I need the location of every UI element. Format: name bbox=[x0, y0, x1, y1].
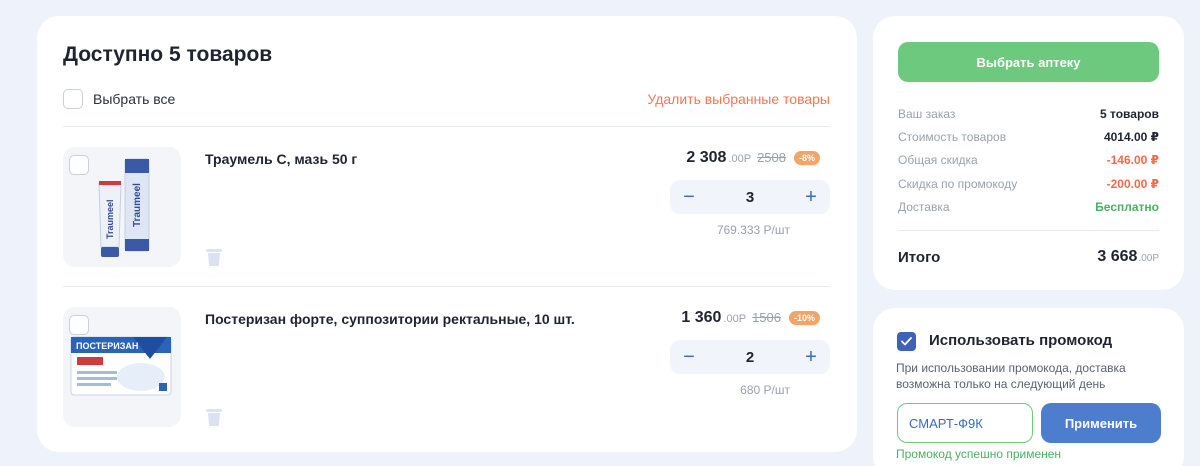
summary-row-order: Ваш заказ 5 товаров bbox=[898, 102, 1159, 125]
discount-badge: -8% bbox=[793, 151, 820, 165]
trash-icon[interactable] bbox=[205, 247, 223, 267]
cart-item: ПОСТЕРИЗАН Постеризан форте, суппозитори… bbox=[63, 307, 830, 429]
promo-code-input[interactable] bbox=[897, 403, 1033, 443]
summary-row-delivery: Доставка Бесплатно bbox=[898, 195, 1159, 218]
price-per-unit: 769.333 Р/шт bbox=[716, 223, 790, 237]
minus-icon[interactable]: − bbox=[682, 347, 696, 367]
delete-selected-link[interactable]: Удалить выбранные товары bbox=[647, 91, 830, 107]
summary-row-goods-cost: Стоимость товаров 4014.00 ₽ bbox=[898, 125, 1159, 148]
divider bbox=[63, 126, 830, 127]
summary-label: Скидка по промокоду bbox=[898, 176, 1018, 191]
summary-value: -200.00 ₽ bbox=[1106, 176, 1159, 191]
summary-label: Общая скидка bbox=[898, 153, 978, 168]
price-current: 2 308 bbox=[686, 149, 727, 166]
promo-success-message: Промокод успешно применен bbox=[896, 447, 1062, 461]
quantity-stepper: − 2 + bbox=[670, 340, 830, 374]
discount-badge: -10% bbox=[788, 311, 820, 325]
price-kopecks: .00Р bbox=[723, 313, 747, 325]
total-value: 3 668 .00Р bbox=[1097, 248, 1159, 266]
promo-note: При использовании промокода, доставка во… bbox=[896, 361, 1126, 391]
summary-label: Доставка bbox=[898, 199, 950, 214]
divider bbox=[63, 286, 830, 287]
posterisan-box-label: ПОСТЕРИЗАН bbox=[76, 341, 138, 351]
price-old: 1506 bbox=[752, 310, 781, 325]
plus-icon[interactable]: + bbox=[804, 347, 818, 367]
product-image: ПОСТЕРИЗАН bbox=[63, 307, 181, 427]
cart-item: Traumeel Traumeel Траумель С, мазь 50 г … bbox=[63, 147, 830, 269]
price-kopecks: .00Р bbox=[728, 153, 752, 165]
checkmark-icon bbox=[901, 337, 912, 346]
cart-panel: Доступно 5 товаров Выбрать все Удалить в… bbox=[37, 16, 857, 452]
minus-icon[interactable]: − bbox=[682, 187, 696, 207]
item-checkbox[interactable] bbox=[69, 155, 89, 175]
summary-value: -146.00 ₽ bbox=[1106, 153, 1159, 168]
order-summary-panel: Выбрать аптеку Ваш заказ 5 товаров Стоим… bbox=[873, 16, 1184, 290]
traumeel-tube-label: Traumeel bbox=[105, 199, 115, 239]
trash-icon[interactable] bbox=[205, 407, 223, 427]
summary-rows: Ваш заказ 5 товаров Стоимость товаров 40… bbox=[898, 102, 1159, 218]
promo-title: Использовать промокод bbox=[929, 332, 1113, 349]
summary-value: Бесплатно bbox=[1095, 199, 1159, 214]
select-all-checkbox[interactable] bbox=[63, 89, 83, 109]
quantity-stepper: − 3 + bbox=[670, 180, 830, 214]
promo-panel: Использовать промокод При использовании … bbox=[873, 308, 1184, 466]
total-kopecks: .00Р bbox=[1138, 253, 1159, 264]
price-old: 2508 bbox=[757, 150, 786, 165]
select-all-control[interactable]: Выбрать все bbox=[63, 89, 175, 109]
item-name[interactable]: Постеризан форте, суппозитории ректальны… bbox=[205, 311, 575, 327]
select-all-label: Выбрать все bbox=[93, 91, 176, 107]
product-image: Traumeel Traumeel bbox=[63, 147, 181, 267]
quantity-value: 2 bbox=[745, 348, 755, 366]
item-name[interactable]: Траумель С, мазь 50 г bbox=[205, 151, 357, 167]
total-label: Итого bbox=[898, 249, 941, 266]
traumeel-box-label: Traumeel bbox=[132, 183, 143, 227]
price-block: 2 308 .00Р 2508 -8% bbox=[686, 149, 820, 167]
plus-icon[interactable]: + bbox=[804, 187, 818, 207]
summary-value: 4014.00 ₽ bbox=[1103, 129, 1159, 144]
summary-label: Ваш заказ bbox=[898, 106, 956, 121]
summary-row-promo-discount: Скидка по промокоду -200.00 ₽ bbox=[898, 172, 1159, 195]
apply-promo-button[interactable]: Применить bbox=[1041, 403, 1161, 443]
choose-pharmacy-button[interactable]: Выбрать аптеку bbox=[898, 42, 1159, 82]
total-amount: 3 668 bbox=[1097, 248, 1138, 265]
summary-row-total-discount: Общая скидка -146.00 ₽ bbox=[898, 149, 1159, 172]
price-block: 1 360 .00Р 1506 -10% bbox=[681, 309, 820, 327]
summary-label: Стоимость товаров bbox=[898, 129, 1007, 144]
cart-title: Доступно 5 товаров bbox=[63, 43, 273, 66]
quantity-value: 3 bbox=[745, 188, 755, 206]
price-current: 1 360 bbox=[681, 309, 722, 326]
divider bbox=[898, 230, 1159, 231]
promo-checkbox[interactable] bbox=[897, 332, 916, 351]
item-checkbox[interactable] bbox=[69, 315, 89, 335]
price-per-unit: 680 Р/шт bbox=[740, 383, 790, 397]
summary-value: 5 товаров bbox=[1100, 106, 1159, 121]
